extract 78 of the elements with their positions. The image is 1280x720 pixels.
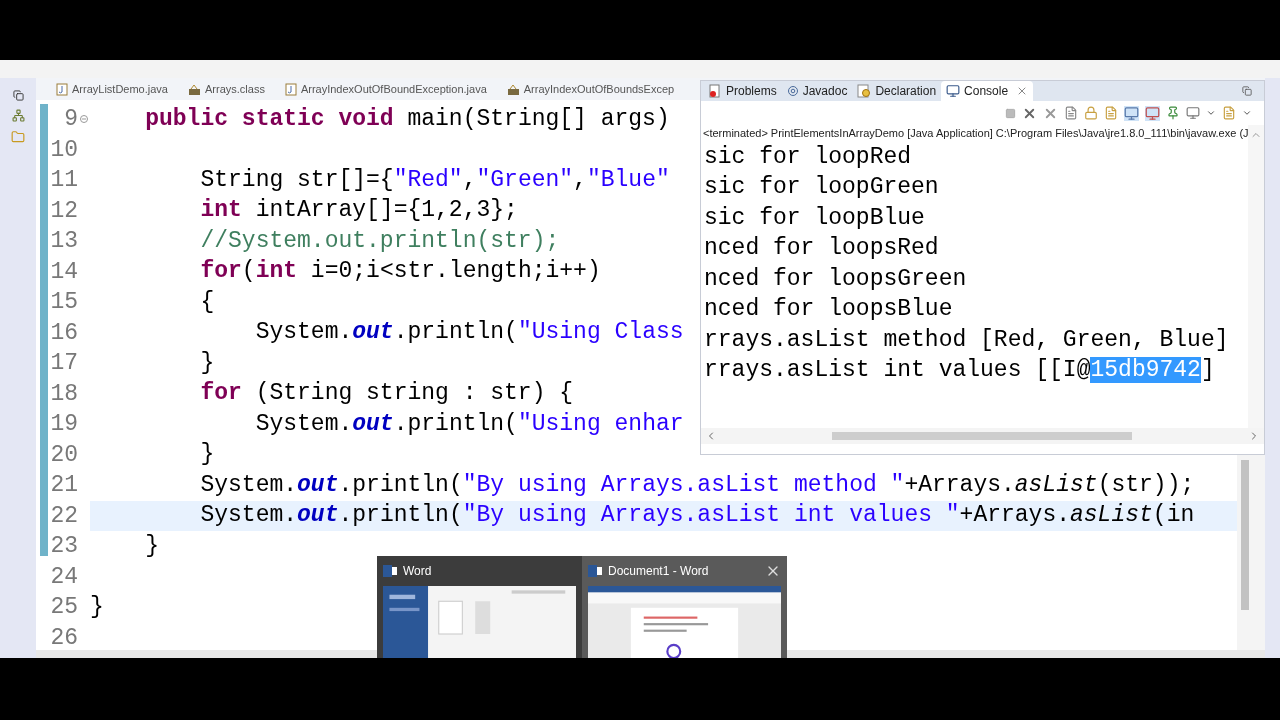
line-number: 21 bbox=[49, 471, 78, 500]
code-line: System.out.println("Using enhar bbox=[254, 412, 684, 436]
show-error-icon[interactable] bbox=[1145, 105, 1160, 121]
view-tab[interactable]: Console bbox=[941, 81, 1034, 101]
restore-icon[interactable] bbox=[1242, 86, 1252, 96]
line-number: 9 bbox=[63, 105, 78, 134]
view-tab[interactable]: Declaration bbox=[852, 81, 942, 101]
scroll-lock-icon[interactable] bbox=[1084, 106, 1098, 120]
code-line: System.out.println("By using Arrays.asList int values "+Arrays.asList(in bbox=[199, 504, 1195, 528]
view-tab[interactable]: Javadoc bbox=[781, 81, 853, 101]
java-file-icon bbox=[56, 82, 68, 96]
line-number: 18 bbox=[49, 379, 78, 409]
line-number: 11 bbox=[49, 166, 78, 195]
line-number: 20 bbox=[49, 440, 78, 470]
console-output-line: rrays.asList int values [[I@15db9742] bbox=[704, 359, 1215, 383]
editor-tab[interactable]: ArrayListDemo.java bbox=[56, 80, 168, 98]
code-line: } bbox=[144, 534, 159, 558]
line-number: 25 bbox=[49, 593, 78, 622]
line-number: 24 bbox=[49, 562, 78, 592]
dropdown-icon[interactable] bbox=[1206, 108, 1216, 118]
class-file-icon bbox=[506, 82, 520, 96]
terminate-icon[interactable] bbox=[1005, 107, 1016, 119]
show-output-icon[interactable] bbox=[1124, 105, 1139, 121]
word-app-icon bbox=[383, 564, 397, 578]
line-number: 23 bbox=[49, 532, 78, 561]
open-console-icon[interactable] bbox=[1222, 106, 1236, 120]
problems-icon bbox=[708, 84, 722, 98]
word-wrap-icon[interactable] bbox=[1104, 106, 1118, 120]
process-status: <terminated> PrintElementsInArrayDemo [Java Application] C:\Program Files\Java\jre1.8.0_111\bin\javaw.exe (J bbox=[702, 126, 1248, 141]
clear-console-icon[interactable] bbox=[1064, 106, 1078, 120]
line-number: 12 bbox=[49, 196, 78, 226]
class-file-icon bbox=[188, 82, 201, 96]
code-line: public static void main(String[] args) bbox=[144, 107, 670, 131]
code-line: String str[]={"Red","Green","Blue" bbox=[199, 168, 670, 192]
display-console-icon[interactable] bbox=[1186, 106, 1200, 120]
pin-icon[interactable] bbox=[1166, 106, 1180, 120]
vertical-scrollbar[interactable] bbox=[1248, 125, 1264, 428]
word-app-icon bbox=[588, 564, 602, 578]
code-line: for (String string : str) { bbox=[199, 382, 574, 406]
dropdown-icon[interactable] bbox=[1242, 108, 1252, 118]
line-number: 16 bbox=[49, 318, 78, 348]
fold-icon[interactable] bbox=[80, 115, 88, 124]
folder-icon[interactable] bbox=[11, 130, 25, 144]
line-number: 14 bbox=[49, 257, 78, 287]
editor-tab[interactable]: ArrayIndexOutOfBoundsExcep bbox=[506, 80, 675, 98]
code-line: } bbox=[199, 443, 215, 467]
console-output-line: sic for loopGreen bbox=[704, 176, 939, 200]
code-line: int intArray[]={1,2,3}; bbox=[199, 199, 518, 223]
console-icon bbox=[946, 84, 961, 98]
line-number: 19 bbox=[49, 410, 78, 439]
line-number: 13 bbox=[49, 227, 78, 256]
console-output-line: sic for loopBlue bbox=[704, 206, 925, 230]
console-output-line: nced for loopsGreen bbox=[704, 267, 967, 291]
code-line: } bbox=[199, 351, 215, 375]
code-line: for(int i=0;i<str.length;i++) bbox=[199, 260, 601, 284]
line-number: 10 bbox=[49, 135, 78, 165]
declaration-icon bbox=[857, 84, 872, 98]
console-output-line: rrays.asList method [Red, Green, Blue] bbox=[704, 328, 1229, 352]
code-line: //System.out.println(str); bbox=[199, 229, 560, 253]
console-output-line: sic for loopRed bbox=[704, 145, 912, 169]
line-number: 17 bbox=[49, 349, 78, 378]
editor-tab[interactable]: ArrayIndexOutOfBoundException.java bbox=[284, 80, 487, 98]
horizontal-scrollbar[interactable] bbox=[701, 428, 1264, 444]
view-tab[interactable]: Problems bbox=[703, 81, 782, 101]
hierarchy-icon[interactable] bbox=[11, 109, 25, 122]
line-number: 15 bbox=[49, 288, 78, 317]
console-output-line: nced for loopsRed bbox=[704, 237, 939, 261]
window-preview[interactable]: Document1 - Word bbox=[582, 556, 787, 658]
console-output-line: nced for loopsBlue bbox=[704, 298, 953, 322]
code-line: } bbox=[90, 595, 104, 619]
code-line: System.out.println("Using Class bbox=[254, 321, 684, 345]
code-line: System.out.println("By using Arrays.asList method "+Arrays.asList(str)); bbox=[199, 473, 1195, 497]
code-line: { bbox=[199, 290, 215, 314]
line-number: 22 bbox=[49, 501, 78, 531]
restore-icon[interactable] bbox=[12, 90, 24, 101]
line-number: 26 bbox=[49, 623, 78, 650]
java-file-icon bbox=[284, 82, 297, 96]
editor-tab[interactable]: Arrays.class bbox=[188, 80, 265, 98]
